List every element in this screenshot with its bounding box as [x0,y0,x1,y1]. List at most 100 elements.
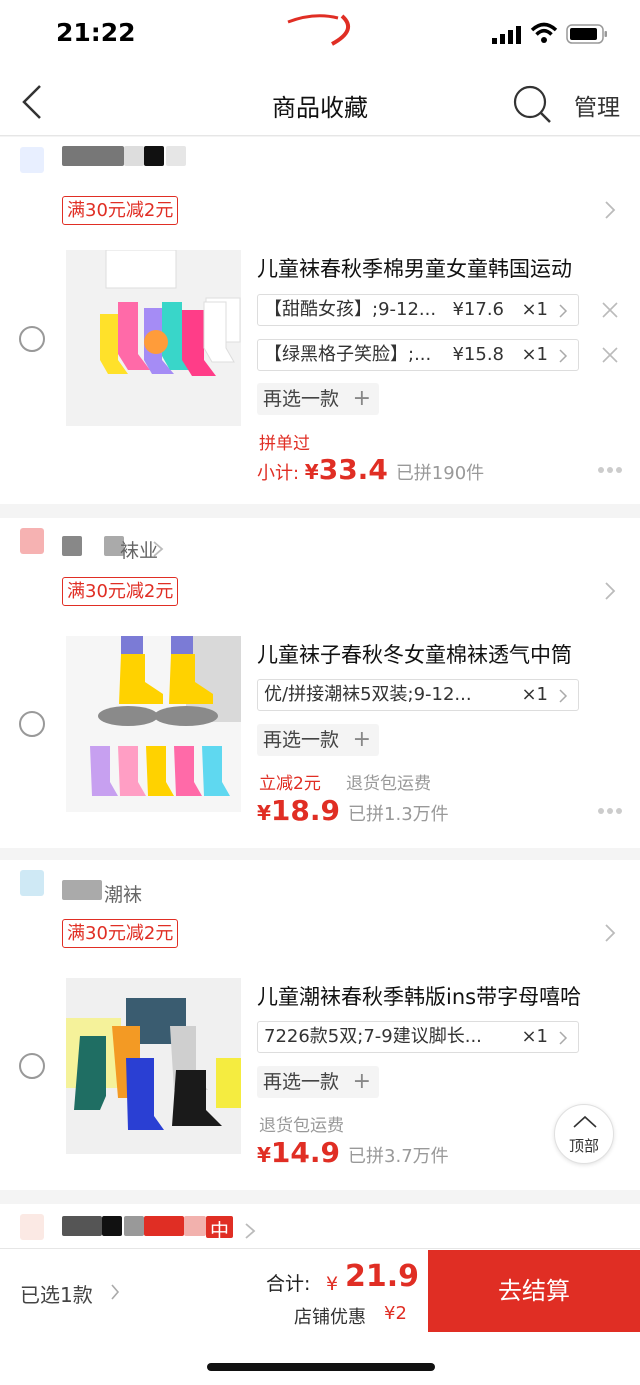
reselect-label: 再选一款 [263,388,340,410]
product-image[interactable] [66,636,241,812]
chevron-right-icon [559,349,568,363]
sku-selector[interactable]: 7226款5双;7-9建议脚长... ×1 [257,1021,579,1053]
product-title[interactable]: 儿童潮袜春秋季韩版ins带字母嘻哈 [257,981,581,1011]
cellular-signal-icon [492,26,521,44]
store-header[interactable]: 潮袜 [0,860,640,906]
more-icon[interactable] [597,807,623,815]
sku-spec: 【甜酷女孩】;9-12... [264,299,437,320]
promo-badge: 满30元减2元 [62,577,179,606]
chevron-right-icon[interactable] [604,581,616,601]
store-name-blur [62,1216,102,1236]
remove-sku-icon[interactable] [600,300,620,320]
store-discount-label: 店铺优惠 [294,1307,366,1328]
sku-price: ¥15.8 [452,344,504,365]
chevron-right-icon [559,1031,568,1045]
store-header[interactable]: 袜业 [0,518,640,562]
product-price: 14.9 [270,1136,341,1169]
currency-symbol: ¥ [257,801,271,825]
chevron-right-icon [153,541,164,557]
chevron-right-icon[interactable] [604,923,616,943]
reselect-button[interactable]: 再选一款 + [257,724,379,756]
promo-badge: 满30元减2元 [62,919,179,948]
select-radio[interactable] [19,711,45,737]
product-title[interactable]: 儿童袜子春秋冬女童棉袜透气中筒 [257,639,572,669]
store-name-blur [62,880,102,900]
more-icon[interactable] [597,466,623,474]
free-return-tag: 退货包运费 [346,774,431,794]
chevron-right-icon[interactable] [110,1283,120,1301]
store-name-blur [62,146,124,166]
store-name-blur [144,1216,184,1236]
sold-count: 已拼190件 [395,463,485,484]
store-logo [20,528,44,554]
sku-spec: 7226款5双;7-9建议脚长... [264,1026,482,1047]
chevron-right-icon[interactable] [604,200,616,220]
reselect-button[interactable]: 再选一款 + [257,1066,379,1098]
group-buy-tag: 拼单过 [259,434,310,454]
search-icon[interactable] [512,84,552,124]
store-logo [20,870,44,896]
wifi-icon [530,22,558,43]
product-image[interactable] [66,978,241,1154]
back-to-top-button[interactable]: 顶部 [554,1104,614,1164]
reselect-label: 再选一款 [263,729,340,751]
sku-quantity: ×1 [521,1026,548,1047]
sku-quantity: ×1 [521,299,548,320]
currency-symbol: ¥ [257,1143,271,1167]
product-image[interactable] [66,250,241,426]
store-name-blur [102,1216,122,1236]
product-title[interactable]: 儿童袜春秋季棉男童女童韩国运动 [257,253,572,283]
plus-icon: + [352,727,371,752]
store-name-blur [124,1216,144,1236]
sku-selector[interactable]: 【甜酷女孩】;9-12... ¥17.6 ×1 [257,294,579,326]
chevron-right-icon [559,304,568,318]
store-name: 潮袜 [104,884,143,906]
plus-icon: + [352,386,371,411]
sold-count: 已拼3.7万件 [348,1146,449,1167]
app-logo-icon [287,14,351,46]
subtotal-label: 小计: [257,463,305,484]
store-logo [20,1214,44,1240]
store-card: 袜业 满30元减2元 儿童袜子春秋冬女童棉袜透气中筒 优/拼接潮袜5双装;9-1… [0,518,640,848]
chevron-right-icon [559,689,568,703]
selected-count[interactable]: 已选1款 [20,1279,93,1308]
back-to-top-label: 顶部 [568,1137,599,1155]
chevron-right-icon [245,1223,256,1239]
sku-price: ¥17.6 [452,299,504,320]
sold-count: 已拼1.3万件 [348,804,449,825]
page: 21:22 商品收藏 管理 满30元减2元 儿童袜春秋季棉男童女童韩国运动 【甜… [0,0,640,1385]
sku-selector[interactable]: 优/拼接潮袜5双装;9-12... ×1 [257,679,579,711]
store-header[interactable] [0,137,640,181]
store-card: 潮袜 满30元减2元 儿童潮袜春秋季韩版ins带字母嘻哈 7226款5双;7-9… [0,860,640,1190]
price-line: ¥14.9 已拼3.7万件 [257,1136,449,1172]
chevron-up-icon [573,1115,597,1128]
instant-discount-tag: 立减2元 [259,774,321,794]
checkout-button[interactable]: 去结算 [428,1250,640,1332]
store-name-blur [184,1216,206,1236]
select-radio[interactable] [19,1053,45,1079]
store-badge: 中 [206,1216,234,1242]
price-line: ¥18.9 已拼1.3万件 [257,794,449,830]
battery-icon [566,24,607,44]
checkout-bar: 已选1款 合计: ¥ 21.9 店铺优惠 ¥2 去结算 [0,1248,640,1385]
home-indicator [207,1363,435,1371]
store-name-blur [166,146,186,166]
store-name-blur [124,146,144,166]
product-price: 18.9 [270,794,341,827]
sku-selector[interactable]: 【绿黑格子笑脸】;... ¥15.8 ×1 [257,339,579,371]
sku-spec: 优/拼接潮袜5双装;9-12... [264,684,472,705]
store-header[interactable]: 中 [0,1204,640,1248]
nav-bar: 商品收藏 管理 [0,70,640,136]
total-amount: 21.9 [345,1259,420,1294]
reselect-button[interactable]: 再选一款 + [257,383,379,415]
store-name-blur [144,146,164,166]
manage-button[interactable]: 管理 [574,88,620,122]
currency-symbol: ¥ [304,460,319,484]
store-name-blur [62,536,82,556]
free-return-tag: 退货包运费 [259,1116,344,1136]
store-discount-value: ¥2 [384,1303,407,1324]
select-radio[interactable] [19,326,45,352]
product-price: 33.4 [318,453,388,486]
remove-sku-icon[interactable] [600,345,620,365]
store-logo [20,147,44,173]
